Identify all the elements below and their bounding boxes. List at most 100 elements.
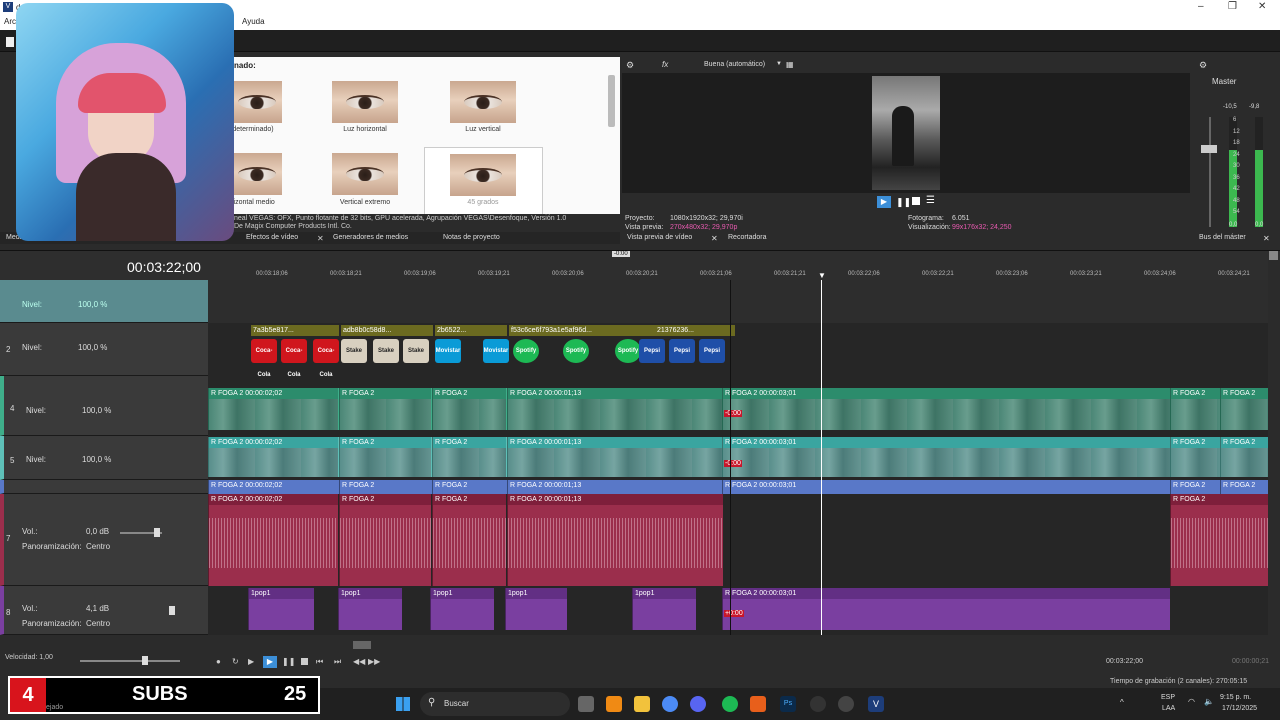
timeline-clip[interactable]: R FOGA 2 <box>432 437 506 477</box>
clock-time[interactable]: 9:15 p. m. <box>1220 694 1251 701</box>
master-fader-handle[interactable] <box>1201 145 1217 153</box>
timeline-scroll-icon[interactable] <box>1269 251 1278 260</box>
fx-panel-scrollbar[interactable] <box>608 75 615 127</box>
chevron-down-icon[interactable]: ▼ <box>776 61 782 67</box>
speed-slider-handle[interactable] <box>142 656 148 665</box>
timeline-clip[interactable]: R FOGA 2 <box>339 480 431 494</box>
pause-button[interactable]: ❚❚ <box>282 657 295 666</box>
preview-quality-select[interactable]: Buena (automático) <box>704 61 765 68</box>
stop-button[interactable] <box>912 197 920 205</box>
tab-bus-master[interactable]: Bus del máster <box>1199 234 1246 241</box>
preset-selected-45-grados[interactable]: 45 grados <box>425 148 542 214</box>
play-from-start-icon[interactable]: ▶ <box>248 657 254 666</box>
maximize-button[interactable]: ❐ <box>1228 1 1237 12</box>
app-icon[interactable] <box>838 696 854 712</box>
timeline-clip[interactable]: R FOGA 2 <box>1220 388 1268 430</box>
timeline-clip[interactable]: R FOGA 2 00:00:03;01 <box>722 388 1172 430</box>
play-button[interactable]: ▶ <box>263 656 277 668</box>
menu-ayuda[interactable]: Ayuda <box>242 17 265 26</box>
timeline-clip[interactable]: R FOGA 2 <box>432 480 506 494</box>
timeline-clip[interactable]: R FOGA 2 <box>432 494 506 586</box>
minimize-button[interactable]: – <box>1198 1 1204 12</box>
close-button[interactable]: ✕ <box>1258 1 1266 12</box>
tab-close-icon[interactable]: ✕ <box>317 234 324 243</box>
tab-notas-proyecto[interactable]: Notas de proyecto <box>443 234 500 241</box>
timeline-clip[interactable]: R FOGA 2 <box>1170 480 1220 494</box>
timeline-clip[interactable]: R FOGA 2 <box>1170 388 1220 430</box>
next-frame-icon[interactable]: ▶▶ <box>368 657 380 666</box>
chevron-up-icon[interactable]: ^ <box>1120 698 1124 707</box>
timeline-clip[interactable]: R FOGA 2 00:00:02;02 <box>208 388 338 430</box>
speaker-icon[interactable]: 🔈 <box>1204 697 1214 706</box>
timeline-area[interactable]: Coca-Cola Coca-Cola Coca-Cola Stake Stake Sta… <box>208 280 1268 635</box>
photoshop-icon[interactable]: Ps <box>780 696 796 712</box>
timeline-clip[interactable]: 1pop1 <box>632 588 696 630</box>
hscroll-thumb[interactable] <box>353 641 371 649</box>
discord-icon[interactable] <box>690 696 706 712</box>
preset-thumb-horizontal-medio[interactable] <box>234 153 282 195</box>
timeline-clip[interactable]: R FOGA 2 <box>1170 494 1268 586</box>
gear-icon[interactable]: ⚙ <box>1199 60 1207 71</box>
timeline-clip[interactable]: R FOGA 2 00:00:03;01 <box>722 588 1170 630</box>
file-explorer-icon[interactable] <box>634 696 650 712</box>
track-header-2[interactable]: 2 Nivel: 100,0 % <box>0 323 208 376</box>
chrome-icon[interactable] <box>662 696 678 712</box>
timeline-hscrollbar[interactable] <box>208 640 1268 650</box>
wifi-icon[interactable]: ◠ <box>1188 697 1195 706</box>
obs-icon[interactable] <box>810 696 826 712</box>
timeline-clip[interactable]: R FOGA 2 <box>1170 437 1220 477</box>
loop-icon[interactable]: ↻ <box>232 657 239 666</box>
timeline-clip[interactable]: 1pop1 <box>430 588 494 630</box>
timeline-clip[interactable]: R FOGA 2 <box>432 388 506 430</box>
spotify-icon[interactable] <box>722 696 738 712</box>
keyboard-layout[interactable]: LAA <box>1162 705 1175 712</box>
go-start-icon[interactable]: ⏮ <box>316 657 323 667</box>
app-orange-icon[interactable] <box>750 696 766 712</box>
vegas-taskbar-icon[interactable]: V <box>868 696 884 712</box>
play-button[interactable]: ▶ <box>877 196 891 208</box>
timeline-clip[interactable]: 1pop1 <box>248 588 314 630</box>
windows-start-icon[interactable] <box>396 697 410 711</box>
tab-generadores-medios[interactable]: Generadores de medios <box>333 234 408 241</box>
timeline-clip[interactable]: R FOGA 2 00:00:01;13 <box>507 437 723 477</box>
timeline-clip[interactable]: R FOGA 2 <box>339 494 431 586</box>
track-header-8[interactable]: 8 Vol.: 4,1 dB Panoramización: Centro <box>0 586 208 635</box>
volume-slider-handle[interactable] <box>169 606 175 615</box>
preset-thumb-vertical-extremo[interactable] <box>332 153 398 195</box>
record-icon[interactable]: ● <box>216 657 221 666</box>
preset-thumb-default[interactable] <box>234 81 282 123</box>
timeline-clip[interactable]: R FOGA 2 00:00:03;01 <box>722 480 1172 494</box>
timeline-clip[interactable]: R FOGA 2 <box>1220 437 1268 477</box>
playhead-marker-icon[interactable]: ▼ <box>818 271 826 280</box>
tab-efectos-video[interactable]: Efectos de vídeo <box>246 234 298 241</box>
timeline-ruler[interactable]: 00:03:18;06 00:03:18;21 00:03:19;06 00:03:1… <box>208 251 1268 281</box>
vlc-icon[interactable] <box>606 696 622 712</box>
track-header-1[interactable]: Nivel: 100,0 % <box>0 280 208 323</box>
timeline-clip[interactable]: R FOGA 2 00:00:01;13 <box>507 388 723 430</box>
timeline-vscrollbar[interactable] <box>1268 260 1280 635</box>
timeline-clip[interactable]: R FOGA 2 00:00:03;01 <box>722 437 1172 477</box>
track-header-4[interactable]: 4 Nivel: 100,0 % <box>0 376 208 436</box>
language-code[interactable]: ESP <box>1161 694 1175 701</box>
timeline-clip[interactable]: R FOGA 2 00:00:01;13 <box>507 480 723 494</box>
fx-icon[interactable]: fx <box>662 60 668 69</box>
stop-button[interactable] <box>301 658 308 665</box>
taskbar-search[interactable]: ⚲ Buscar <box>420 692 570 716</box>
pause-button[interactable]: ❚❚ <box>896 197 911 208</box>
timeline-clip[interactable]: 1pop1 <box>338 588 402 630</box>
speed-slider[interactable] <box>80 660 180 662</box>
timeline-clip[interactable]: 1pop1 <box>505 588 567 630</box>
preset-thumb-luz-horizontal[interactable] <box>332 81 398 123</box>
timeline-clip[interactable]: R FOGA 2 <box>339 388 431 430</box>
tab-vista-previa[interactable]: Vista previa de vídeo <box>627 234 692 241</box>
tab-recortadora[interactable]: Recortadora <box>728 234 767 241</box>
timeline-clip[interactable]: R FOGA 2 <box>339 437 431 477</box>
preset-thumb-luz-vertical[interactable] <box>450 81 516 123</box>
timeline-clip[interactable]: R FOGA 2 00:00:01;13 <box>507 494 723 586</box>
gear-icon[interactable]: ⚙ <box>626 60 634 71</box>
volume-slider-handle[interactable] <box>154 528 160 537</box>
timeline-clip[interactable]: R FOGA 2 00:00:02;02 <box>208 494 338 586</box>
timeline-clip[interactable]: R FOGA 2 <box>1220 480 1268 494</box>
task-view-icon[interactable] <box>578 696 594 712</box>
go-end-icon[interactable]: ⏭ <box>334 657 341 667</box>
